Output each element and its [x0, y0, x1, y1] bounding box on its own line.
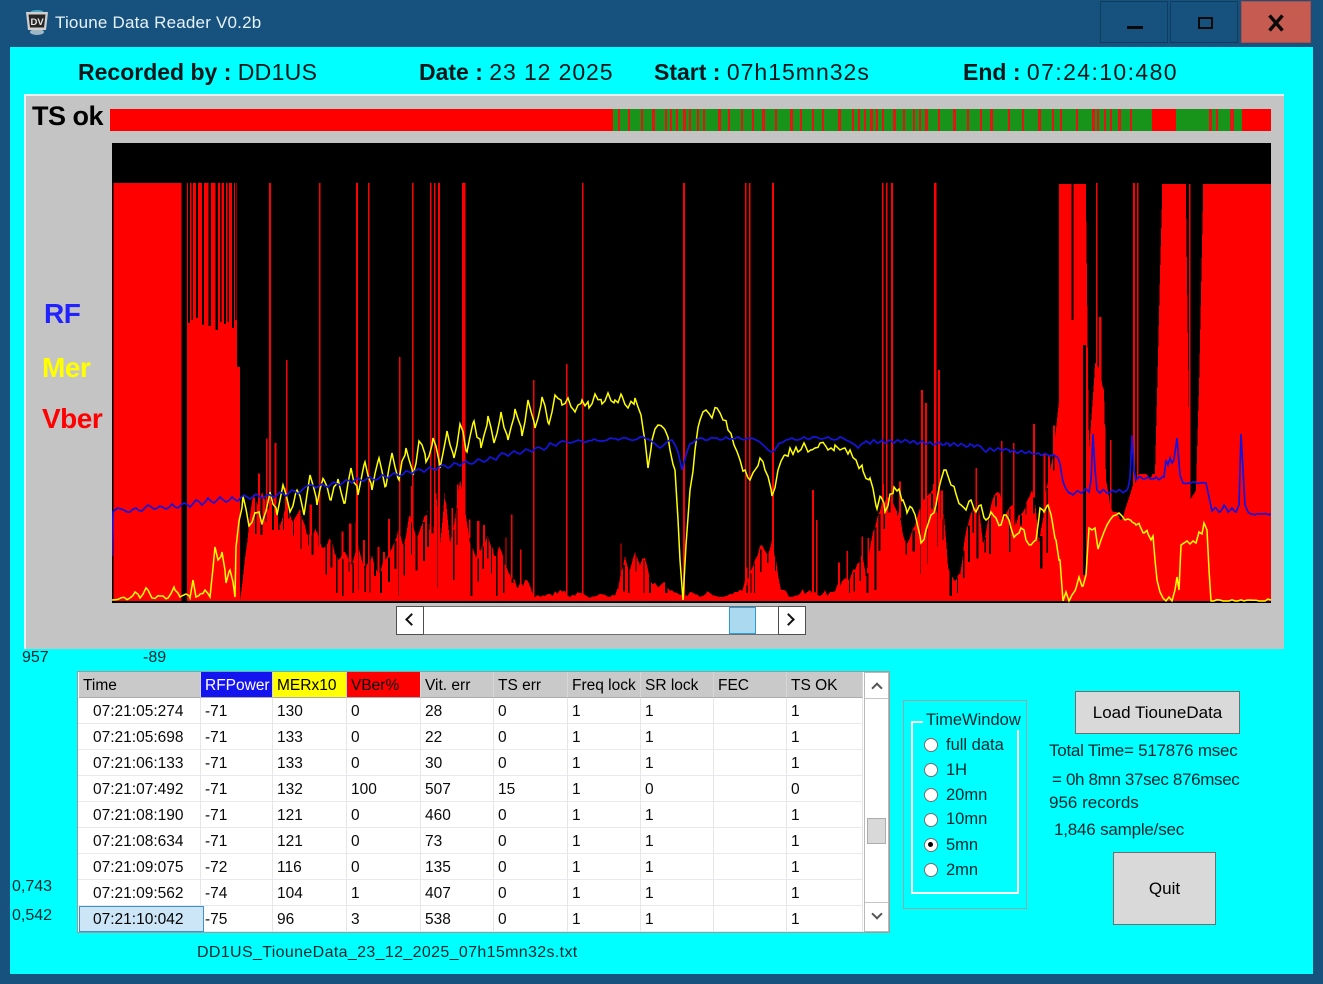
svg-text:DV: DV	[31, 17, 45, 28]
